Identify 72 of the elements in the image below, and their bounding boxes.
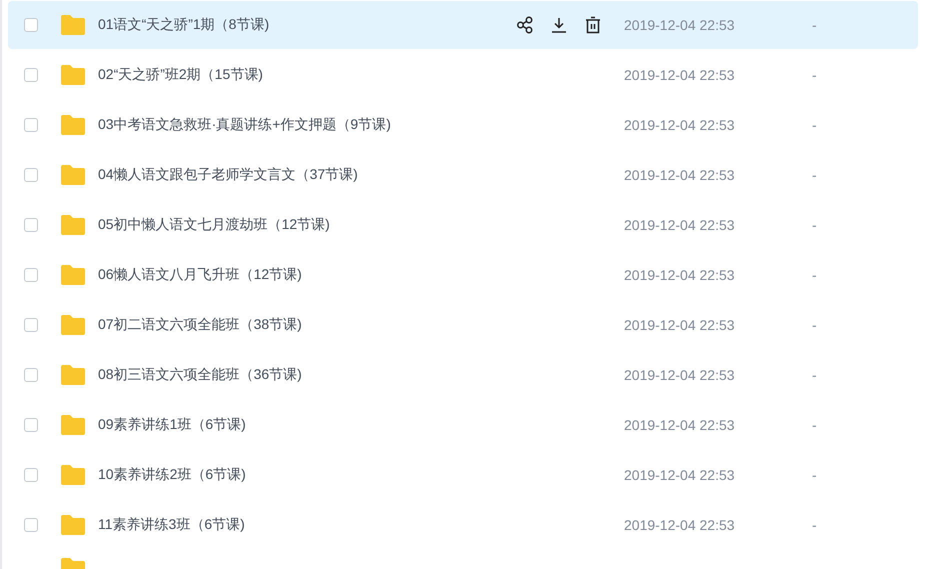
modified-date: 2019-12-04 22:53: [624, 67, 736, 83]
file-size: -: [812, 417, 818, 433]
file-size: -: [812, 167, 818, 183]
folder-icon: [60, 314, 86, 336]
checkbox[interactable]: [24, 168, 38, 182]
download-icon: [550, 16, 568, 34]
folder-icon: [60, 264, 86, 286]
file-size: -: [812, 217, 818, 233]
file-row[interactable]: 05初中懒人语文七月渡劫班（12节课) 2019-12-04 22:53 -: [8, 201, 918, 249]
folder-name[interactable]: 07初二语文六项全能班（38节课): [98, 316, 624, 334]
file-size: -: [812, 467, 818, 483]
modified-date: 2019-12-04 22:53: [624, 367, 736, 383]
file-row[interactable]: 04懒人语文跟包子老师学文言文（37节课) 2019-12-04 22:53 -: [8, 151, 918, 199]
folder-name[interactable]: 10素养讲练2班（6节课): [98, 466, 624, 484]
folder-name[interactable]: 01语文“天之骄”1期（8节课): [98, 16, 516, 34]
file-row[interactable]: 01语文“天之骄”1期（8节课) 2019-12-04 22:53 -: [8, 1, 918, 49]
modified-date: 2019-12-04 22:53: [624, 267, 736, 283]
folder-icon: [60, 214, 86, 236]
folder-name[interactable]: 05初中懒人语文七月渡劫班（12节课): [98, 216, 624, 234]
checkbox[interactable]: [24, 318, 38, 332]
modified-date: 2019-12-04 22:53: [624, 417, 736, 433]
modified-date: 2019-12-04 22:53: [624, 167, 736, 183]
folder-icon: [60, 414, 86, 436]
share-icon: [516, 16, 534, 34]
modified-date: 2019-12-04 22:53: [624, 317, 736, 333]
file-row[interactable]: 10素养讲练2班（6节课) 2019-12-04 22:53 -: [8, 451, 918, 499]
file-size: -: [812, 17, 818, 33]
file-size: -: [812, 267, 818, 283]
file-size: -: [812, 517, 818, 533]
checkbox[interactable]: [24, 218, 38, 232]
folder-name[interactable]: 04懒人语文跟包子老师学文言文（37节课): [98, 166, 624, 184]
modified-date: 2019-12-04 22:53: [624, 517, 736, 533]
folder-name[interactable]: 06懒人语文八月飞升班（12节课): [98, 266, 624, 284]
folder-name[interactable]: 11素养讲练3班（6节课): [98, 516, 624, 534]
file-size: -: [812, 317, 818, 333]
folder-name[interactable]: 03中考语文急救班·真题讲练+作文押题（9节课): [98, 116, 624, 134]
share-button[interactable]: [516, 16, 534, 34]
checkbox[interactable]: [24, 518, 38, 532]
file-row[interactable]: 08初三语文六项全能班（36节课) 2019-12-04 22:53 -: [8, 351, 918, 399]
file-size: -: [812, 67, 818, 83]
delete-button[interactable]: [584, 16, 602, 34]
modified-date: 2019-12-04 22:53: [624, 217, 736, 233]
file-size: -: [812, 367, 818, 383]
modified-date: 2019-12-04 22:53: [624, 467, 736, 483]
trash-icon: [584, 16, 602, 34]
file-row[interactable]: 09素养讲练1班（6节课) 2019-12-04 22:53 -: [8, 401, 918, 449]
folder-icon: [60, 14, 86, 36]
folder-name[interactable]: 02“天之骄”班2期（15节课): [98, 66, 624, 84]
checkbox[interactable]: [24, 118, 38, 132]
file-row[interactable]: 06懒人语文八月飞升班（12节课) 2019-12-04 22:53 -: [8, 251, 918, 299]
folder-icon: [60, 64, 86, 86]
checkbox[interactable]: [24, 468, 38, 482]
file-row[interactable]: 02“天之骄”班2期（15节课) 2019-12-04 22:53 -: [8, 51, 918, 99]
file-row[interactable]: 11素养讲练3班（6节课) 2019-12-04 22:53 -: [8, 501, 918, 549]
modified-date: 2019-12-04 22:53: [624, 17, 736, 33]
folder-icon: [60, 114, 86, 136]
checkbox[interactable]: [24, 68, 38, 82]
file-size: -: [812, 117, 818, 133]
checkbox[interactable]: [24, 368, 38, 382]
modified-date: 2019-12-04 22:53: [624, 117, 736, 133]
folder-icon: [60, 464, 86, 486]
file-row[interactable]: 07初二语文六项全能班（38节课) 2019-12-04 22:53 -: [8, 301, 918, 349]
checkbox[interactable]: [24, 418, 38, 432]
folder-name[interactable]: 08初三语文六项全能班（36节课): [98, 366, 624, 384]
folder-icon: [60, 364, 86, 386]
checkbox[interactable]: [24, 18, 38, 32]
folder-icon: [60, 164, 86, 186]
folder-icon: [60, 514, 86, 536]
checkbox[interactable]: [24, 268, 38, 282]
download-button[interactable]: [550, 16, 568, 34]
file-row[interactable]: 03中考语文急救班·真题讲练+作文押题（9节课) 2019-12-04 22:53 -: [8, 101, 918, 149]
folder-name[interactable]: 09素养讲练1班（6节课): [98, 416, 624, 434]
